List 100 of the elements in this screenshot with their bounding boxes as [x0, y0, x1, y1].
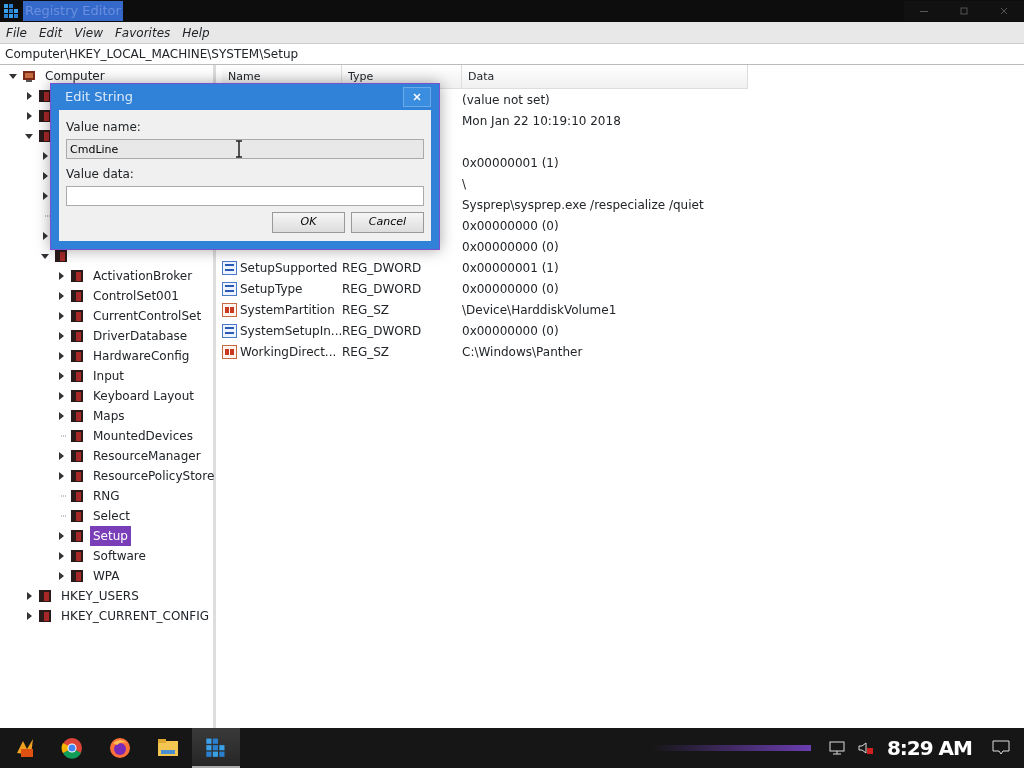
expand-arrow-icon[interactable]	[56, 311, 66, 321]
collapse-arrow-icon[interactable]	[24, 131, 34, 141]
folder-key-icon	[70, 489, 84, 503]
folder-key-icon	[70, 469, 84, 483]
value-data: 0x00000001 (1)	[462, 154, 559, 172]
tree-item[interactable]: HKEY_USERS	[58, 586, 142, 606]
expand-arrow-icon[interactable]	[56, 331, 66, 341]
expand-arrow-icon[interactable]	[24, 111, 34, 121]
tree-item[interactable]: Input	[90, 366, 128, 386]
expand-arrow-icon[interactable]	[56, 551, 66, 561]
folder-key-icon	[54, 249, 68, 263]
expand-arrow-icon[interactable]	[24, 591, 34, 601]
menu-item[interactable]: Favorites	[110, 23, 175, 42]
folder-key-icon	[38, 109, 52, 123]
computer-icon	[22, 69, 36, 83]
field-label: Value name:	[66, 119, 142, 136]
tree-item[interactable]: Computer	[42, 66, 108, 86]
expand-arrow-icon[interactable]	[40, 191, 50, 201]
string-value-icon	[222, 344, 237, 359]
value-data: 0x00000000 (0)	[462, 322, 559, 340]
expand-arrow-icon[interactable]	[56, 531, 66, 541]
value-type: REG_DWORD	[342, 260, 422, 275]
close-icon	[412, 91, 422, 102]
folder-key-icon	[70, 569, 84, 583]
tree-item[interactable]: RNG	[90, 486, 123, 506]
tree-item[interactable]: WPA	[90, 566, 123, 586]
value-data: 0x00000000 (0)	[462, 217, 559, 235]
folder-key-icon	[70, 429, 84, 443]
expand-arrow-icon[interactable]	[40, 151, 50, 161]
expand-arrow-icon[interactable]	[56, 571, 66, 581]
value-name[interactable]: SetupSupported	[240, 258, 338, 277]
value-data: 0x00000000 (0)	[462, 238, 559, 256]
ok-button[interactable]: OK	[272, 212, 345, 233]
folder-key-icon	[38, 589, 52, 603]
tree-item[interactable]: MountedDevices	[90, 426, 196, 446]
folder-key-icon	[70, 449, 84, 463]
tree-item[interactable]: ResourcePolicyStore	[90, 466, 218, 486]
address-bar[interactable]: Computer\HKEY_LOCAL_MACHINE\SYSTEM\Setup	[0, 43, 1024, 65]
folder-key-icon	[70, 389, 84, 403]
expand-arrow-icon[interactable]	[24, 91, 34, 101]
folder-key-icon	[70, 369, 84, 383]
value-data: \Device\HarddiskVolume1	[462, 301, 617, 319]
expand-arrow-icon[interactable]	[40, 231, 50, 241]
column-header[interactable]: Data	[462, 65, 748, 88]
tree-item[interactable]: ActivationBroker	[90, 266, 196, 286]
value-name[interactable]: SystemSetupIn...	[240, 321, 343, 340]
tree-item[interactable]: Software	[90, 546, 149, 566]
taskbar-button[interactable]	[192, 728, 240, 768]
expand-arrow-icon[interactable]	[56, 391, 66, 401]
clock[interactable]: 8:29 AM	[886, 733, 972, 763]
tree-item[interactable]: Setup	[90, 526, 131, 546]
tree-item[interactable]: Select	[90, 506, 134, 526]
expand-arrow-icon[interactable]	[56, 271, 66, 281]
folder-key-icon	[38, 609, 52, 623]
value-name[interactable]: SystemPartition	[240, 300, 335, 319]
folder-key-icon	[70, 509, 84, 523]
text-cursor-icon	[235, 140, 243, 158]
close-icon	[999, 5, 1009, 16]
value-data: 0x00000001 (1)	[462, 259, 559, 277]
expand-arrow-icon[interactable]	[24, 611, 34, 621]
field-label: Value data:	[66, 166, 135, 183]
input-field[interactable]: CmdLine	[66, 139, 424, 159]
tree-item[interactable]: HKEY_CURRENT_CONFIG	[58, 606, 213, 626]
expand-arrow-icon[interactable]	[56, 451, 66, 461]
tree-item[interactable]: Maps	[90, 406, 128, 426]
folder-key-icon	[70, 529, 84, 543]
tree-item[interactable]: DriverDatabase	[90, 326, 191, 346]
tree-item[interactable]: CurrentControlSet	[90, 306, 205, 326]
folder-key-icon	[70, 409, 84, 423]
expand-arrow-icon[interactable]	[56, 411, 66, 421]
value-type: REG_SZ	[342, 302, 390, 317]
browser-icon	[61, 737, 83, 759]
menu-item[interactable]: Help	[178, 23, 214, 42]
folder-key-icon	[70, 329, 84, 343]
expand-arrow-icon[interactable]	[56, 291, 66, 301]
menu-item[interactable]: Edit	[34, 23, 67, 42]
value-name[interactable]: WorkingDirect...	[240, 342, 337, 361]
fox-browser-icon	[109, 737, 131, 759]
value-data: \	[462, 175, 467, 193]
tree-item[interactable]: Keyboard Layout	[90, 386, 197, 406]
network-icon[interactable]	[828, 741, 845, 755]
cancel-button[interactable]: Cancel	[351, 212, 424, 233]
value-type: REG_DWORD	[342, 323, 422, 338]
collapse-arrow-icon[interactable]	[40, 251, 50, 261]
value-name[interactable]: SetupType	[240, 279, 303, 298]
tree-item[interactable]: ControlSet001	[90, 286, 182, 306]
expand-arrow-icon[interactable]	[56, 471, 66, 481]
tree-item[interactable]: ResourceManager	[90, 446, 204, 466]
input-field[interactable]	[66, 186, 424, 206]
expand-arrow-icon[interactable]	[56, 351, 66, 361]
menu-item[interactable]: View	[70, 23, 107, 42]
menu-item[interactable]: File	[2, 23, 31, 42]
collapse-arrow-icon[interactable]	[8, 71, 18, 81]
expand-arrow-icon[interactable]	[40, 171, 50, 181]
expand-arrow-icon[interactable]	[56, 371, 66, 381]
registry-icon	[3, 2, 19, 20]
notification-icon[interactable]	[992, 740, 1010, 756]
muted-speaker-icon[interactable]	[856, 741, 873, 755]
close-button[interactable]	[403, 87, 431, 107]
tree-item[interactable]: HardwareConfig	[90, 346, 193, 366]
